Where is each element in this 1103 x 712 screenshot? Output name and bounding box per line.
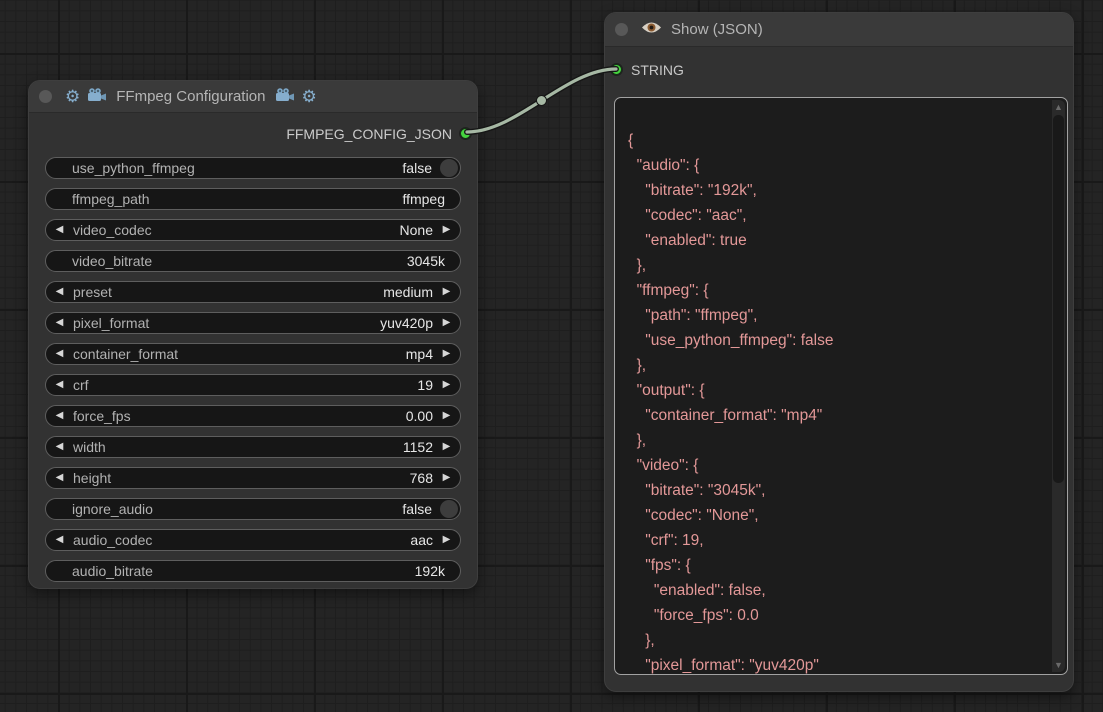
widget-value: 3045k — [407, 253, 460, 269]
increment-arrow-icon[interactable]: ▶ — [433, 411, 460, 421]
widget-label: height — [73, 470, 111, 486]
widget-label: use_python_ffmpeg — [72, 160, 195, 176]
graph-canvas[interactable]: ⚙ FFmpeg Configuration — [0, 0, 1103, 712]
widget-width[interactable]: ◀width 1152▶ — [45, 436, 461, 458]
movie-camera-icon — [87, 88, 107, 106]
widget-preset[interactable]: ◀preset medium▶ — [45, 281, 461, 303]
widget-label: ffmpeg_path — [72, 191, 150, 207]
link-wire[interactable] — [467, 69, 616, 132]
input-port-string[interactable] — [611, 64, 622, 75]
decrement-arrow-icon[interactable]: ◀ — [46, 535, 73, 545]
link-midpoint-dot[interactable] — [537, 96, 547, 106]
widget-list: use_python_ffmpegfalseffmpeg_pathffmpeg◀… — [29, 154, 477, 582]
widget-audio_bitrate[interactable]: audio_bitrate 192k — [45, 560, 461, 582]
widget-label: width — [73, 439, 106, 455]
widget-value: 0.00 — [406, 408, 433, 424]
widget-value: mp4 — [406, 346, 433, 362]
collapse-dot[interactable] — [615, 23, 628, 36]
movie-camera-icon — [275, 88, 295, 106]
node-title-bar[interactable]: ⚙ FFmpeg Configuration — [29, 81, 477, 113]
gear-icon: ⚙ — [302, 88, 317, 105]
increment-arrow-icon[interactable]: ▶ — [433, 287, 460, 297]
output-port-ffmpeg-config-json[interactable] — [460, 128, 471, 139]
node-title: Show (JSON) — [669, 21, 765, 38]
increment-arrow-icon[interactable]: ▶ — [433, 535, 460, 545]
input-slot-label: STRING — [631, 62, 684, 78]
collapse-dot[interactable] — [39, 90, 52, 103]
widget-value: None — [400, 222, 433, 238]
widget-label: audio_bitrate — [72, 563, 153, 579]
widget-value: false — [402, 501, 432, 517]
widget-value: ffmpeg — [402, 191, 460, 207]
scrollbar[interactable]: ▲ ▼ — [1052, 100, 1065, 672]
decrement-arrow-icon[interactable]: ◀ — [46, 225, 73, 235]
widget-value: 192k — [415, 563, 460, 579]
widget-label: pixel_format — [73, 315, 149, 331]
increment-arrow-icon[interactable]: ▶ — [433, 380, 460, 390]
output-slot-row: FFMPEG_CONFIG_JSON — [29, 113, 477, 154]
decrement-arrow-icon[interactable]: ◀ — [46, 349, 73, 359]
widget-value: false — [402, 160, 432, 176]
widget-pixel_format[interactable]: ◀pixel_format yuv420p▶ — [45, 312, 461, 334]
widget-ffmpeg_path[interactable]: ffmpeg_path ffmpeg — [45, 188, 461, 210]
widget-use_python_ffmpeg[interactable]: use_python_ffmpeg false — [45, 157, 461, 179]
node-ffmpeg-configuration[interactable]: ⚙ FFmpeg Configuration — [28, 80, 478, 589]
widget-label: force_fps — [73, 408, 131, 424]
link-wire-outline — [467, 69, 616, 132]
widget-crf[interactable]: ◀crf 19▶ — [45, 374, 461, 396]
widget-value: 19 — [417, 377, 433, 393]
widget-ignore_audio[interactable]: ignore_audio false — [45, 498, 461, 520]
node-title-bar[interactable]: Show (JSON) — [605, 13, 1073, 47]
gear-icon: ⚙ — [65, 88, 80, 105]
widget-label: preset — [73, 284, 112, 300]
widget-height[interactable]: ◀height 768▶ — [45, 467, 461, 489]
toggle-knob[interactable] — [440, 500, 458, 518]
increment-arrow-icon[interactable]: ▶ — [433, 473, 460, 483]
increment-arrow-icon[interactable]: ▶ — [433, 225, 460, 235]
widget-label: audio_codec — [73, 532, 152, 548]
increment-arrow-icon[interactable]: ▶ — [433, 318, 460, 328]
increment-arrow-icon[interactable]: ▶ — [433, 349, 460, 359]
scrollbar-down-icon[interactable]: ▼ — [1052, 658, 1065, 672]
output-slot-label: FFMPEG_CONFIG_JSON — [286, 126, 452, 142]
decrement-arrow-icon[interactable]: ◀ — [46, 442, 73, 452]
widget-force_fps[interactable]: ◀force_fps 0.00▶ — [45, 405, 461, 427]
scrollbar-thumb[interactable] — [1053, 115, 1064, 483]
scrollbar-up-icon[interactable]: ▲ — [1052, 100, 1065, 114]
json-display-area[interactable]: { "audio": { "bitrate": "192k", "codec":… — [614, 97, 1068, 675]
json-text: { "audio": { "bitrate": "192k", "codec":… — [615, 98, 1067, 675]
widget-label: video_codec — [73, 222, 152, 238]
decrement-arrow-icon[interactable]: ◀ — [46, 473, 73, 483]
widget-label: video_bitrate — [72, 253, 152, 269]
decrement-arrow-icon[interactable]: ◀ — [46, 411, 73, 421]
widget-value: yuv420p — [380, 315, 433, 331]
input-slot-row: STRING — [605, 47, 1073, 92]
widget-audio_codec[interactable]: ◀audio_codec aac▶ — [45, 529, 461, 551]
eye-icon — [641, 21, 662, 38]
decrement-arrow-icon[interactable]: ◀ — [46, 380, 73, 390]
increment-arrow-icon[interactable]: ▶ — [433, 442, 460, 452]
widget-label: container_format — [73, 346, 178, 362]
widget-label: ignore_audio — [72, 501, 153, 517]
widget-label: crf — [73, 377, 89, 393]
toggle-knob[interactable] — [440, 159, 458, 177]
widget-value: medium — [383, 284, 433, 300]
node-title: FFmpeg Configuration — [114, 88, 267, 105]
decrement-arrow-icon[interactable]: ◀ — [46, 318, 73, 328]
widget-value: aac — [410, 532, 433, 548]
widget-video_bitrate[interactable]: video_bitrate 3045k — [45, 250, 461, 272]
widget-container_format[interactable]: ◀container_format mp4▶ — [45, 343, 461, 365]
decrement-arrow-icon[interactable]: ◀ — [46, 287, 73, 297]
widget-value: 768 — [410, 470, 433, 486]
widget-video_codec[interactable]: ◀video_codec None▶ — [45, 219, 461, 241]
widget-value: 1152 — [403, 439, 433, 455]
node-show-json[interactable]: Show (JSON) STRING { "audio": { "bitrate… — [604, 12, 1074, 692]
